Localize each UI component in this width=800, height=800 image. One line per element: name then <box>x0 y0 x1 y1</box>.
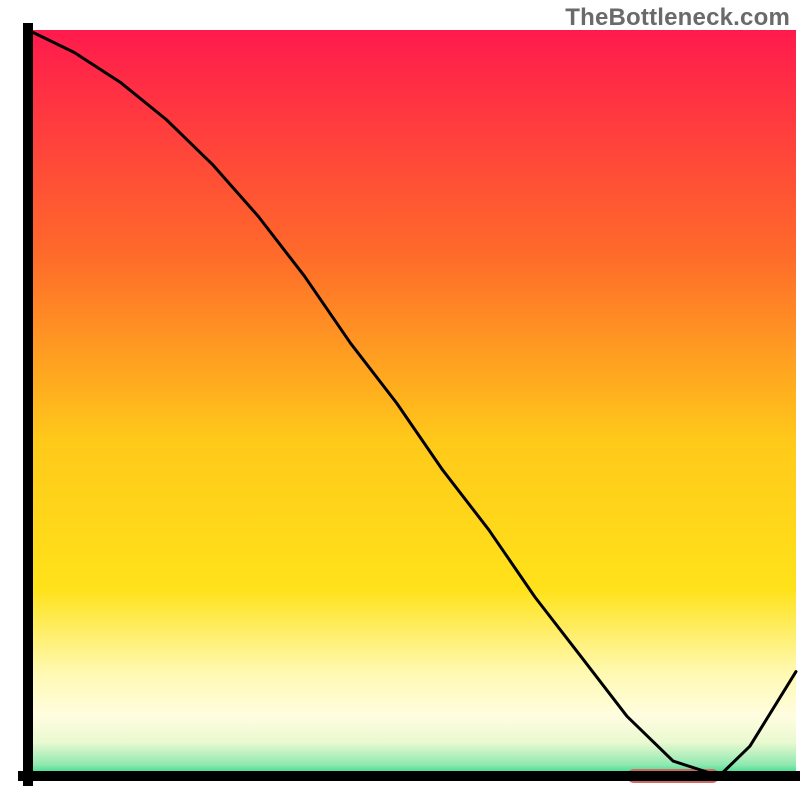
bottleneck-chart <box>0 0 800 800</box>
plot-background <box>28 30 796 776</box>
watermark-text: TheBottleneck.com <box>565 4 790 32</box>
chart-container: TheBottleneck.com <box>0 0 800 800</box>
